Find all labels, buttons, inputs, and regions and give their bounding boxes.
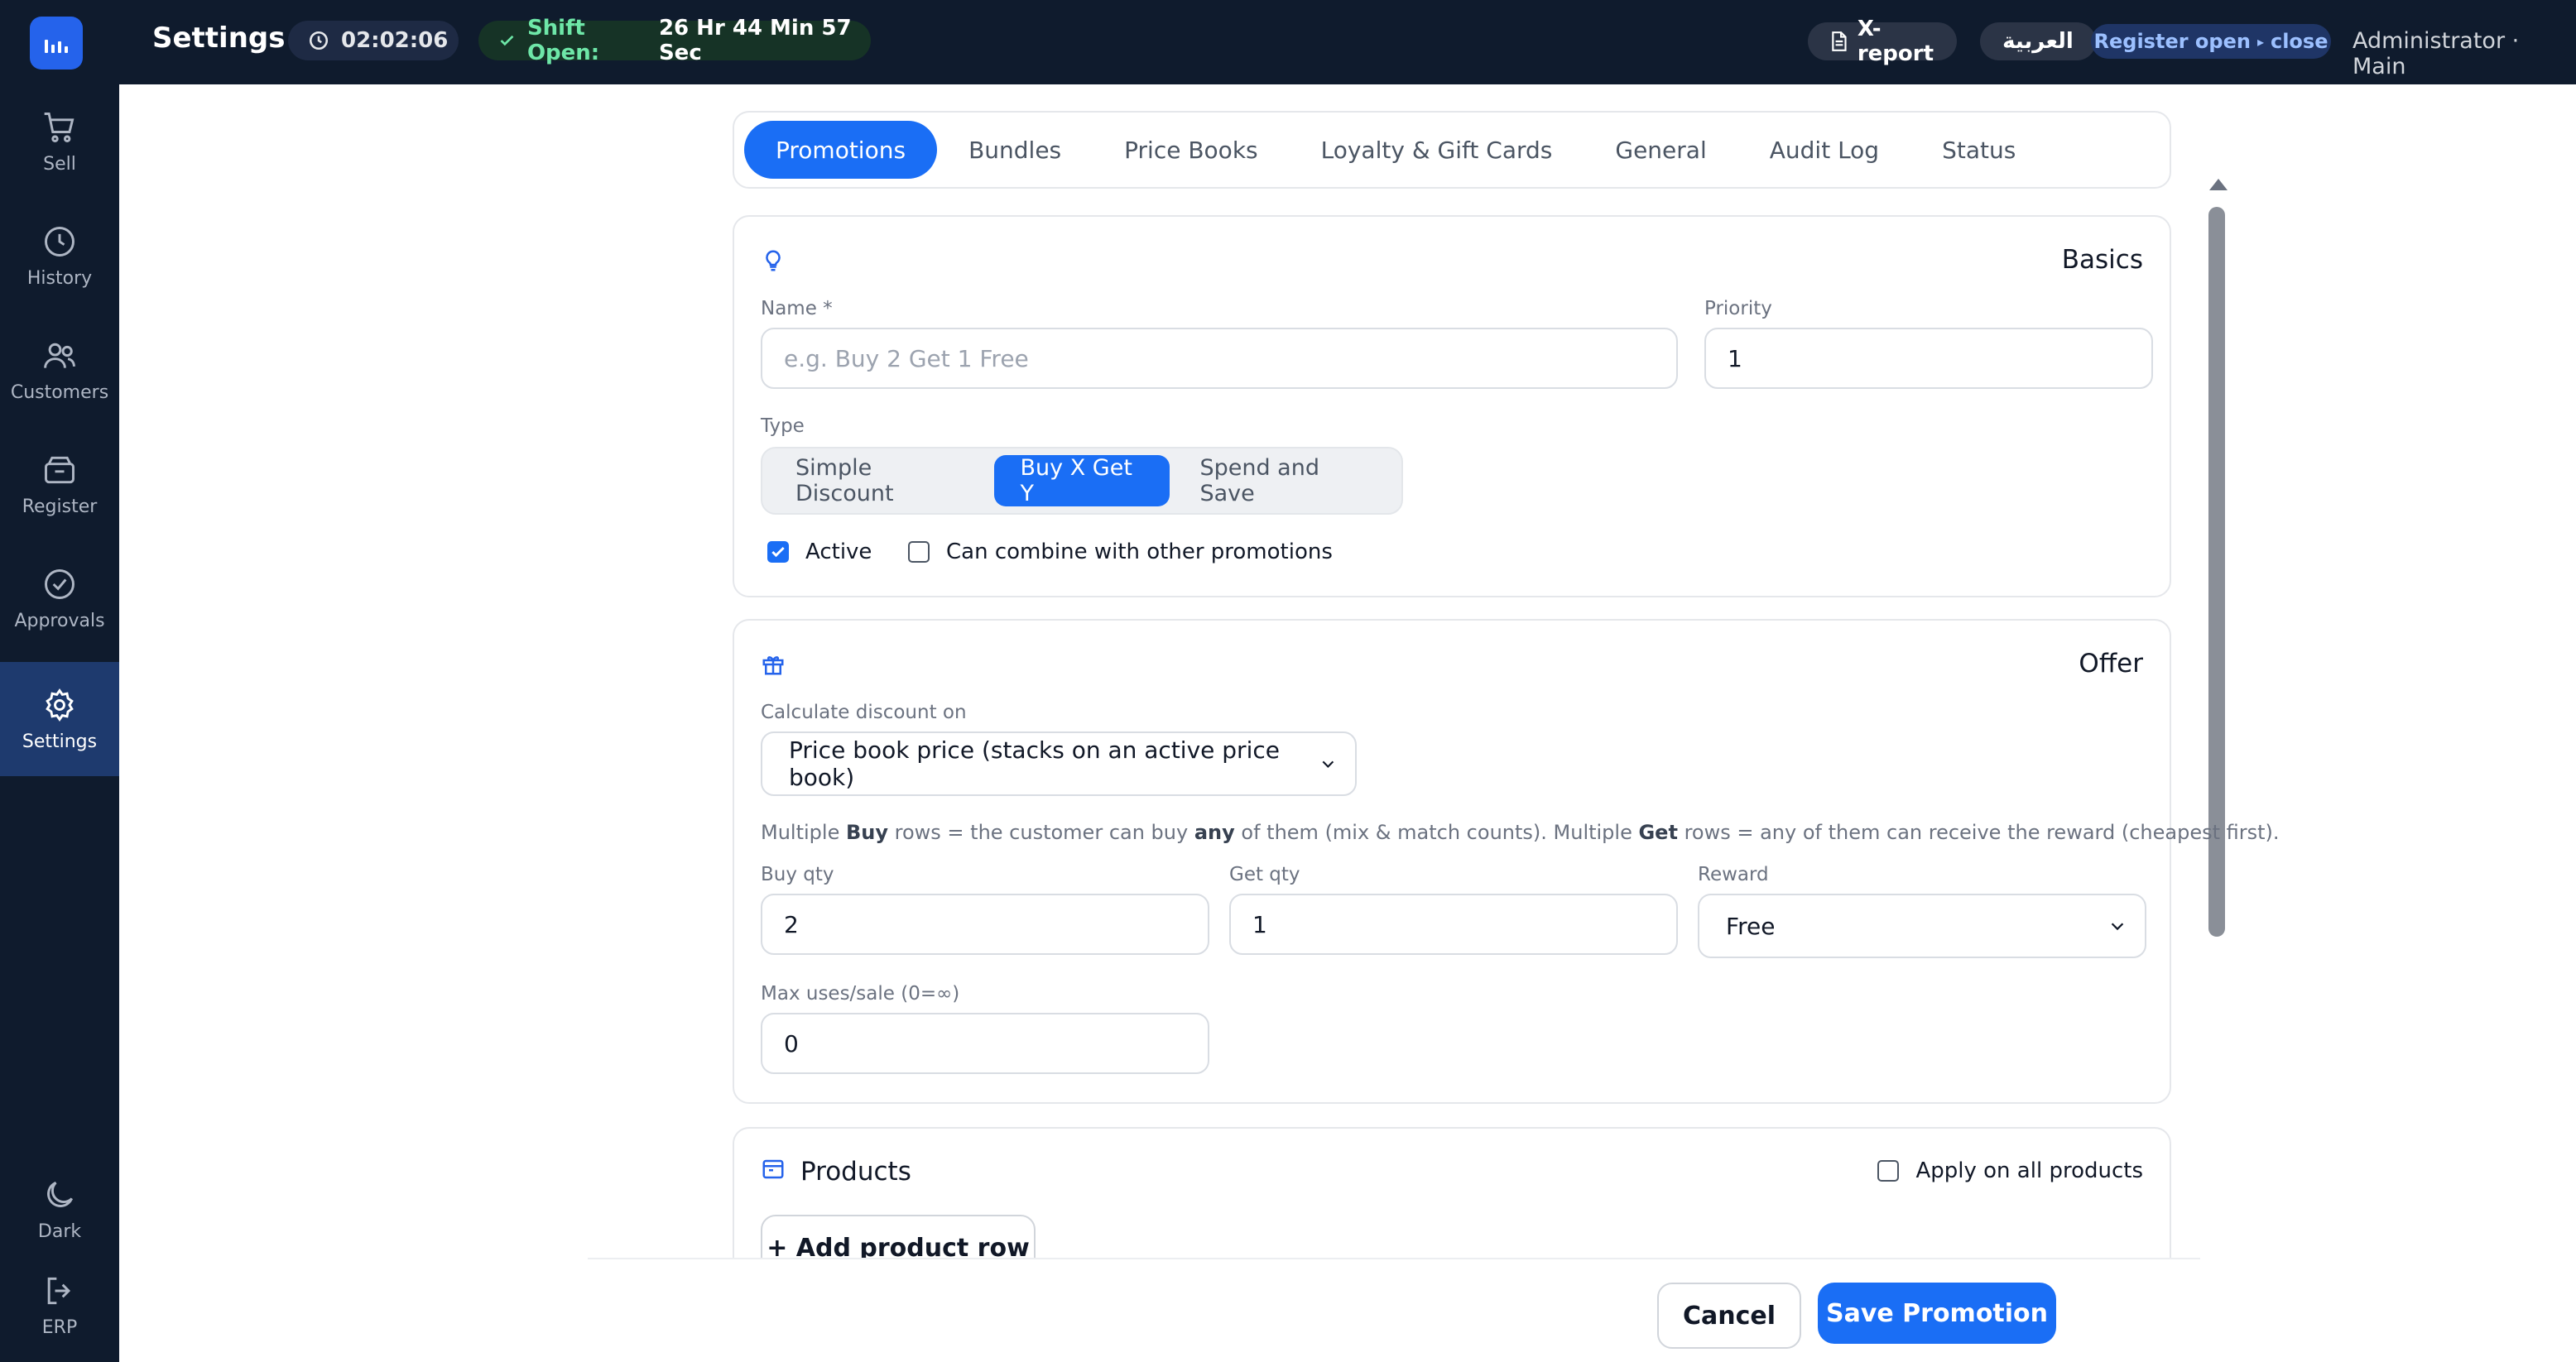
reward-label: Reward (1698, 864, 1769, 885)
register-icon (45, 456, 74, 483)
reward-select[interactable]: Free (1698, 894, 2146, 958)
apply-all-products-checkbox[interactable]: Apply on all products (1877, 1158, 2143, 1183)
app-logo[interactable] (30, 17, 83, 70)
active-label: Active (805, 540, 872, 564)
x-report-button[interactable]: X-report (1808, 17, 1957, 66)
tab-status[interactable]: Status (1910, 121, 2047, 179)
main-content: Promotions Bundles Price Books Loyalty &… (119, 84, 2576, 1362)
sidebar-item-label: Dark (37, 1221, 82, 1242)
products-title: Products (800, 1157, 911, 1187)
active-checkbox-box[interactable] (767, 541, 789, 563)
register-status-label: Register open (2093, 30, 2251, 53)
shift-status: Shift Open: 26 Hr 44 Min 57 Sec (478, 16, 871, 65)
priority-label: Priority (1704, 298, 1772, 319)
sidebar-item-sell[interactable]: Sell (0, 84, 119, 199)
buy-qty-input[interactable]: 2 (761, 894, 1209, 955)
get-qty-input[interactable]: 1 (1229, 894, 1678, 955)
basics-card: Basics Name * e.g. Buy 2 Get 1 Free Prio… (733, 215, 2171, 597)
register-separator: ▸ (2256, 33, 2264, 50)
max-uses-input[interactable]: 0 (761, 1013, 1209, 1074)
moon-icon (47, 1181, 74, 1207)
shift-duration: 26 Hr 44 Min 57 Sec (658, 16, 852, 65)
x-report-label: X-report (1857, 17, 1934, 66)
top-bar: Settings 02:02:06 Shift Open: 26 Hr 44 M… (0, 0, 2576, 84)
sidebar-item-label: Customers (10, 381, 109, 403)
calc-discount-select[interactable]: Price book price (stacks on an active pr… (761, 731, 1357, 796)
sidebar: Sell History Customers Register Approval… (0, 84, 119, 1362)
session-timer: 02:02:06 (288, 21, 459, 60)
users-icon (44, 343, 75, 368)
lightbulb-icon (766, 250, 781, 271)
sidebar-item-label: Approvals (14, 610, 105, 631)
calc-discount-label: Calculate discount on (761, 702, 967, 723)
language-toggle[interactable]: العربية (1980, 22, 2096, 60)
type-label: Type (761, 415, 805, 437)
sidebar-item-label: Settings (22, 731, 98, 752)
cart-icon (44, 112, 74, 142)
sidebar-item-label: Register (22, 496, 98, 517)
sidebar-item-label: ERP (41, 1316, 78, 1338)
name-label: Name * (761, 298, 833, 319)
gear-icon (46, 688, 74, 722)
shift-label: Shift Open: (526, 16, 600, 65)
sidebar-item-register[interactable]: Register (0, 427, 119, 541)
type-simple-discount[interactable]: Simple Discount (769, 455, 991, 506)
user-info[interactable]: Administrator · Main (2353, 28, 2576, 79)
form-footer: Cancel Save Promotion (588, 1258, 2200, 1362)
offer-card: Offer Calculate discount on Price book p… (733, 619, 2280, 1104)
checkmark-icon (771, 546, 785, 558)
scroll-up-arrow[interactable] (2209, 179, 2228, 190)
name-input[interactable]: e.g. Buy 2 Get 1 Free (761, 328, 1678, 389)
active-checkbox[interactable]: Active (767, 540, 872, 564)
register-status[interactable]: Register open ▸ close (2091, 24, 2331, 59)
sidebar-item-label: History (26, 267, 93, 289)
reward-value: Free (1726, 912, 1776, 940)
settings-tabs: Promotions Bundles Price Books Loyalty &… (733, 111, 2171, 189)
save-promotion-button[interactable]: Save Promotion (1818, 1283, 2056, 1344)
combine-checkbox-box[interactable] (908, 541, 930, 563)
document-icon (1832, 31, 1847, 51)
tab-audit-log[interactable]: Audit Log (1738, 121, 1910, 179)
offer-title: Offer (2079, 649, 2143, 679)
logout-icon (47, 1277, 71, 1304)
calc-discount-value: Price book price (stacks on an active pr… (789, 736, 1280, 791)
cancel-button[interactable]: Cancel (1657, 1283, 1801, 1349)
clock-icon (309, 31, 329, 50)
sidebar-item-approvals[interactable]: Approvals (0, 541, 119, 655)
type-buy-x-get-y[interactable]: Buy X Get Y (993, 455, 1170, 506)
store-icon (762, 1159, 784, 1179)
sidebar-item-label: Sell (43, 153, 76, 175)
tab-promotions[interactable]: Promotions (744, 121, 938, 179)
tab-general[interactable]: General (1584, 121, 1737, 179)
check-circle-icon (45, 568, 74, 599)
promotion-type-selector: Simple Discount Buy X Get Y Spend and Sa… (761, 447, 1403, 515)
tab-price-books[interactable]: Price Books (1093, 121, 1289, 179)
basics-title: Basics (2061, 245, 2143, 275)
priority-input[interactable]: 1 (1704, 328, 2153, 389)
max-uses-label: Max uses/sale (0=∞) (761, 983, 960, 1005)
sidebar-item-customers[interactable]: Customers (0, 313, 119, 427)
apply-all-checkbox-box[interactable] (1877, 1160, 1900, 1182)
buy-qty-label: Buy qty (761, 864, 834, 885)
tab-bundles[interactable]: Bundles (937, 121, 1093, 179)
combine-checkbox[interactable]: Can combine with other promotions (908, 540, 1333, 564)
buy-get-hint: Multiple Buy rows = the customer can buy… (761, 821, 2280, 844)
clock-icon (45, 226, 74, 257)
timer-value: 02:02:06 (341, 28, 449, 53)
scrollbar[interactable] (2207, 174, 2228, 1349)
type-spend-and-save[interactable]: Spend and Save (1173, 455, 1395, 506)
tab-loyalty-gift-cards[interactable]: Loyalty & Gift Cards (1290, 121, 1584, 179)
sidebar-item-history[interactable]: History (0, 199, 119, 313)
check-icon (500, 35, 514, 46)
chevron-down-icon (2111, 923, 2124, 931)
register-close-link[interactable]: close (2271, 30, 2328, 53)
page-title: Settings (152, 22, 286, 55)
combine-label: Can combine with other promotions (946, 540, 1333, 564)
get-qty-label: Get qty (1229, 864, 1300, 885)
sidebar-item-erp[interactable]: ERP (0, 1248, 119, 1362)
apply-all-label: Apply on all products (1915, 1158, 2143, 1183)
gift-icon (762, 656, 784, 675)
chevron-down-icon (1322, 760, 1334, 768)
sidebar-item-settings[interactable]: Settings (0, 662, 119, 776)
